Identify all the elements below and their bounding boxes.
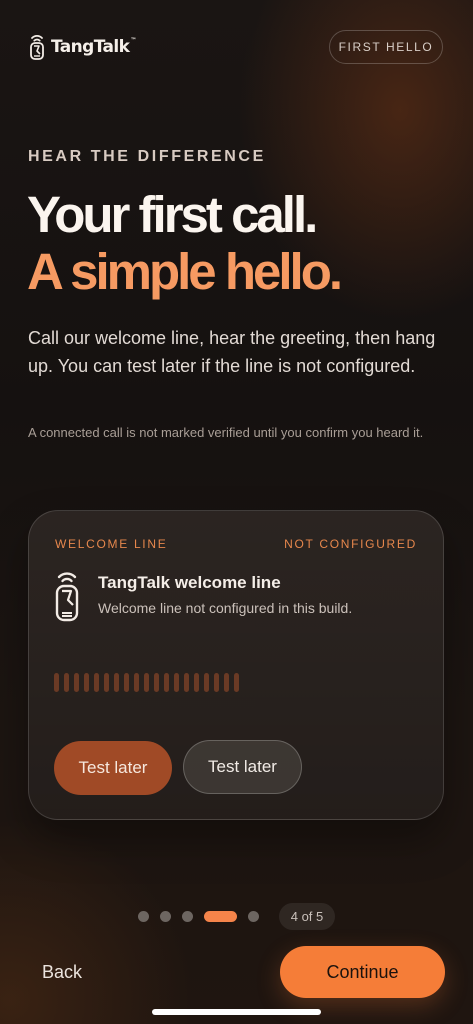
continue-button[interactable]: Continue — [280, 946, 445, 998]
page-dot — [248, 911, 259, 922]
page-title: Your first call. A simple hello. — [27, 186, 343, 300]
phone-wave-icon — [28, 32, 46, 62]
test-later-primary-button[interactable]: Test later — [54, 741, 172, 795]
page-indicator — [138, 911, 259, 922]
page-dot — [160, 911, 171, 922]
description-text: Call our welcome line, hear the greeting… — [28, 328, 436, 376]
back-button[interactable]: Back — [42, 962, 82, 983]
card-subtitle: Welcome line not configured in this buil… — [98, 600, 353, 616]
eyebrow-label: HEAR THE DIFFERENCE — [28, 148, 266, 165]
welcome-line-card: WELCOME LINE NOT CONFIGURED TangTalk wel… — [28, 510, 444, 820]
home-indicator — [152, 1009, 321, 1015]
verification-note: A connected call is not marked verified … — [28, 425, 424, 440]
logo-wordmark: TangTalk™ — [51, 37, 136, 57]
step-counter: 4 of 5 — [279, 903, 335, 930]
page-dot — [182, 911, 193, 922]
app-logo: TangTalk™ — [28, 32, 136, 62]
page-dot — [138, 911, 149, 922]
card-label: WELCOME LINE — [55, 537, 168, 551]
title-line-2: A simple hello. — [27, 243, 343, 300]
phone-wave-icon — [53, 567, 81, 630]
status-badge: NOT CONFIGURED — [284, 537, 417, 551]
page-dot-active — [204, 911, 237, 922]
test-later-secondary-button[interactable]: Test later — [183, 740, 302, 794]
audio-waveform — [54, 673, 239, 692]
card-title: TangTalk welcome line — [98, 573, 281, 592]
title-line-1: Your first call. — [27, 186, 318, 243]
step-title-pill: FIRST HELLO — [329, 30, 443, 64]
